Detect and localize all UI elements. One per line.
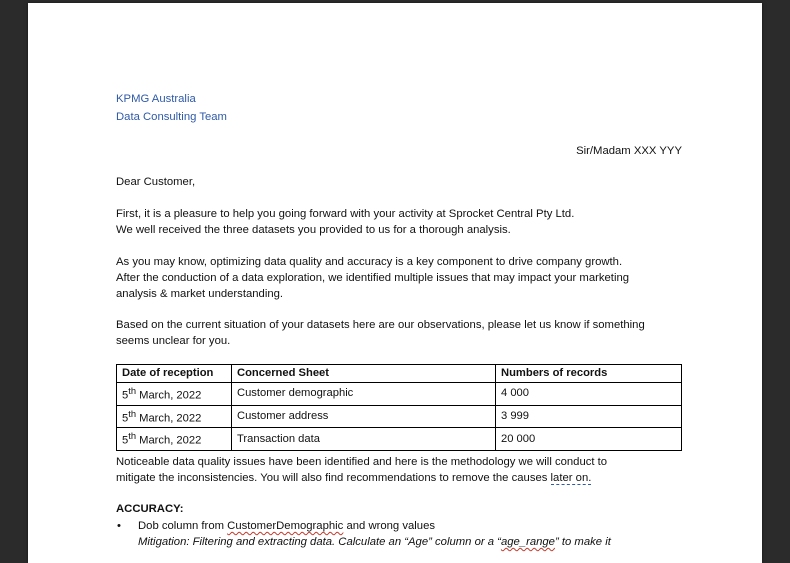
recipient-line: Sir/Madam XXX YYY	[576, 145, 682, 157]
methodology-paragraph: Noticeable data quality issues have been…	[116, 454, 682, 486]
header-date: Date of reception	[116, 364, 232, 383]
accuracy-list: • Dob column from CustomerDemographic an…	[116, 518, 682, 550]
observations-paragraph: Based on the current situation of your d…	[116, 317, 682, 349]
spellcheck-flagged-word[interactable]: CustomerDemographic	[227, 520, 343, 532]
accuracy-item-mitigation: Mitigation: Filtering and extracting dat…	[138, 536, 611, 548]
cell-records: 20 000	[495, 427, 682, 452]
list-item: • Dob column from CustomerDemographic an…	[116, 518, 682, 550]
cell-records: 3 999	[495, 404, 682, 429]
accuracy-heading: ACCURACY:	[116, 503, 184, 515]
cell-sheet: Transaction data	[231, 427, 496, 452]
cell-sheet: Customer demographic	[231, 382, 496, 406]
table-header-row: Date of reception Concerned Sheet Number…	[116, 364, 682, 383]
cell-sheet: Customer address	[231, 404, 496, 429]
table-row: 5th March, 2022 Customer demographic 4 0…	[116, 382, 682, 406]
greeting: Dear Customer,	[116, 176, 196, 188]
quality-line-2: After the conduction of a data explorati…	[116, 272, 630, 284]
later-on-link[interactable]: later on.	[550, 472, 592, 485]
table-row: 5th March, 2022 Transaction data 20 000	[116, 427, 682, 452]
intro-line-2: We well received the three datasets you …	[116, 224, 511, 236]
spellcheck-flagged-word[interactable]: age_range	[501, 536, 555, 548]
bullet-icon: •	[117, 520, 121, 532]
intro-line-1: First, it is a pleasure to help you goin…	[116, 208, 575, 220]
observations-line-2: seems unclear for you.	[116, 335, 231, 347]
quality-paragraph: As you may know, optimizing data quality…	[116, 254, 682, 302]
header-sheet: Concerned Sheet	[231, 364, 496, 383]
table-row: 5th March, 2022 Customer address 3 999	[116, 404, 682, 429]
methodology-line-1: Noticeable data quality issues have been…	[116, 456, 608, 468]
dataset-records-table: Date of reception Concerned Sheet Number…	[116, 364, 682, 452]
cell-date: 5th March, 2022	[116, 404, 232, 429]
observations-line-1: Based on the current situation of your d…	[116, 319, 645, 331]
cell-records: 4 000	[495, 382, 682, 406]
header-records: Numbers of records	[495, 364, 682, 383]
cell-date: 5th March, 2022	[116, 382, 232, 406]
accuracy-item-text: Dob column from CustomerDemographic and …	[138, 520, 436, 532]
quality-line-1: As you may know, optimizing data quality…	[116, 256, 623, 268]
quality-line-3: analysis & market understanding.	[116, 288, 284, 300]
methodology-line-2: mitigate the inconsistencies. You will a…	[116, 472, 592, 485]
company-name: KPMG Australia	[116, 93, 196, 105]
cell-date: 5th March, 2022	[116, 427, 232, 452]
document-page: KPMG Australia Data Consulting Team Sir/…	[28, 3, 762, 563]
intro-paragraph: First, it is a pleasure to help you goin…	[116, 206, 682, 238]
team-name: Data Consulting Team	[116, 111, 227, 123]
